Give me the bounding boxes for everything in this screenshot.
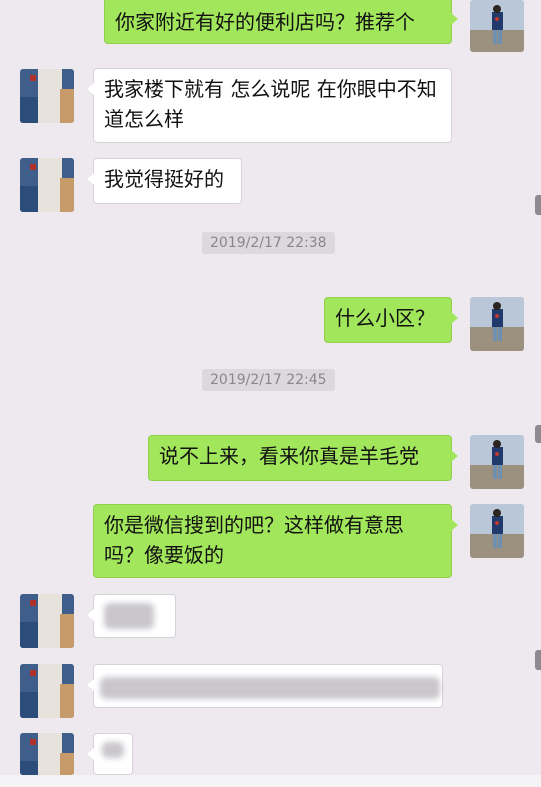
message-bubble-received[interactable]: 我觉得挺好的 <box>87 158 242 204</box>
message-bubble-sent[interactable]: 你家附近有好的便利店吗？推荐个 <box>104 0 458 44</box>
self-avatar[interactable] <box>470 435 524 489</box>
message-text: 我觉得挺好的 <box>104 167 224 191</box>
scroll-indicator[interactable] <box>535 425 541 443</box>
friend-avatar[interactable] <box>20 69 74 123</box>
message-bubble-received[interactable] <box>87 664 443 708</box>
scroll-indicator[interactable] <box>535 650 541 670</box>
message-bubble-sent[interactable]: 说不上来，看来你真是羊毛党 <box>148 435 458 481</box>
friend-avatar[interactable] <box>20 664 74 718</box>
message-text: 你家附近有好的便利店吗？推荐个 <box>115 10 415 34</box>
message-text: 什么小区？ <box>335 306 435 330</box>
timestamp: 2019/2/17 22:45 <box>202 369 335 391</box>
friend-avatar[interactable] <box>20 594 74 648</box>
message-bubble-received[interactable] <box>87 594 176 638</box>
message-bubble-sent[interactable]: 你是微信搜到的吧？这样做有意思吗？像要饭的 <box>93 504 458 578</box>
friend-avatar[interactable] <box>20 733 74 775</box>
message-bubble-sent[interactable]: 什么小区？ <box>324 297 458 343</box>
message-bubble-received[interactable] <box>87 733 133 775</box>
message-text: 你是微信搜到的吧？这样做有意思吗？像要饭的 <box>104 513 404 567</box>
self-avatar[interactable] <box>470 297 524 351</box>
message-text: 说不上来，看来你真是羊毛党 <box>159 444 419 468</box>
timestamp: 2019/2/17 22:38 <box>202 232 335 254</box>
input-bar[interactable] <box>0 775 541 787</box>
redacted-content <box>102 742 124 758</box>
chat-area: 你家附近有好的便利店吗？推荐个 我家楼下就有 怎么说呢 在你眼中不知道怎么样 我… <box>0 0 541 787</box>
self-avatar[interactable] <box>470 504 524 558</box>
self-avatar[interactable] <box>470 0 524 52</box>
redacted-content <box>100 677 440 699</box>
message-bubble-received[interactable]: 我家楼下就有 怎么说呢 在你眼中不知道怎么样 <box>87 68 452 143</box>
redacted-content <box>104 603 154 629</box>
message-text: 我家楼下就有 怎么说呢 在你眼中不知道怎么样 <box>104 77 437 131</box>
friend-avatar[interactable] <box>20 158 74 212</box>
scroll-indicator[interactable] <box>535 195 541 215</box>
